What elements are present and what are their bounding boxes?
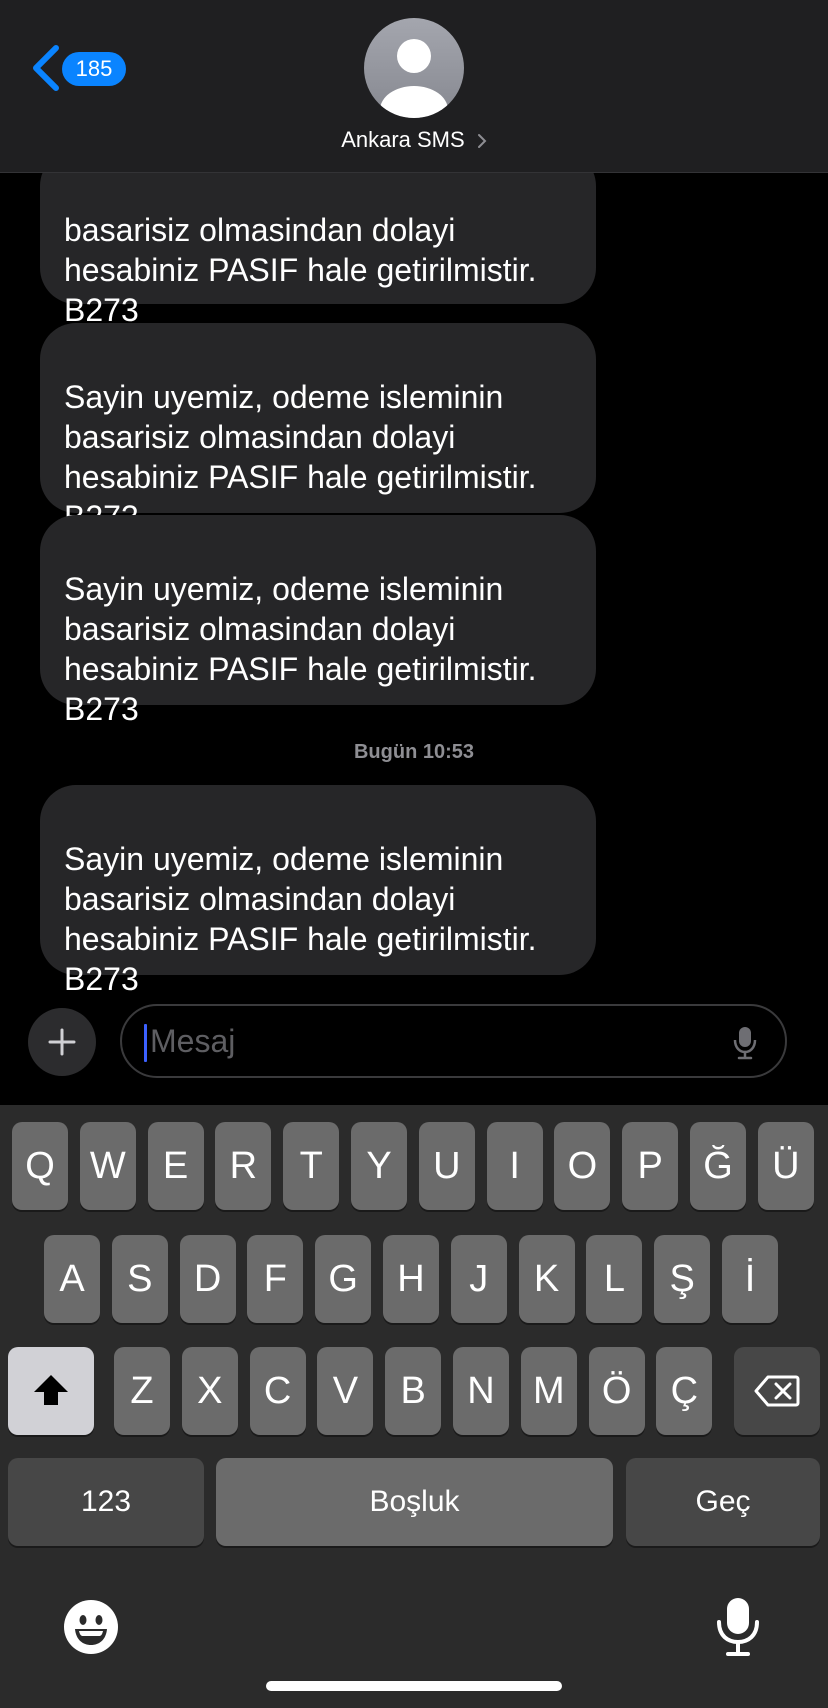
letter-key[interactable]: N	[453, 1347, 509, 1435]
letter-key[interactable]: O	[554, 1122, 611, 1210]
letter-key[interactable]: Y	[351, 1122, 407, 1210]
letter-key[interactable]: J	[450, 1235, 507, 1323]
message-text: Sayin uyemiz, odeme isleminin basarisiz …	[64, 841, 537, 997]
message-timestamp: Bugün 10:53	[353, 741, 475, 763]
letter-key[interactable]: C	[249, 1347, 306, 1435]
message-bubble[interactable]: basarisiz olmasindan dolayi hesabiniz PA…	[40, 150, 596, 328]
message-text: Sayin uyemiz, odeme isleminin basarisiz …	[64, 379, 537, 535]
letter-key[interactable]: G	[315, 1235, 372, 1323]
back-unread-count-badge[interactable]: 185	[62, 52, 126, 86]
return-key[interactable]: Geç	[626, 1458, 820, 1546]
letter-key[interactable]: Ü	[757, 1122, 814, 1210]
letter-key[interactable]: Ö	[588, 1347, 645, 1435]
letter-key[interactable]: H	[383, 1235, 439, 1323]
contact-name[interactable]: Ankara SMS	[0, 126, 828, 154]
contact-name-label: Ankara SMS	[341, 127, 465, 152]
emoji-icon[interactable]	[64, 1600, 118, 1654]
letter-key[interactable]: T	[283, 1122, 340, 1210]
message-text: basarisiz olmasindan dolayi hesabiniz PA…	[64, 212, 537, 328]
message-bubble[interactable]: Sayin uyemiz, odeme isleminin basarisiz …	[40, 323, 596, 535]
letter-key[interactable]: I	[486, 1122, 543, 1210]
microphone-icon[interactable]	[733, 1026, 757, 1060]
conversation-header: 185 Ankara SMS	[0, 0, 828, 173]
letter-key[interactable]: A	[44, 1235, 100, 1323]
letter-key[interactable]: Ğ	[690, 1122, 746, 1210]
back-chevron-icon[interactable]	[30, 44, 62, 92]
text-cursor	[144, 1024, 147, 1062]
letter-key[interactable]: U	[418, 1122, 475, 1210]
backspace-icon	[754, 1375, 800, 1407]
message-text: Sayin uyemiz, odeme isleminin basarisiz …	[64, 571, 537, 727]
letter-key[interactable]: V	[317, 1347, 374, 1435]
message-bubble[interactable]: Sayin uyemiz, odeme isleminin basarisiz …	[40, 785, 596, 997]
microphone-icon[interactable]	[716, 1596, 760, 1658]
letter-key[interactable]: Z	[114, 1347, 170, 1435]
bubble-tail	[28, 673, 62, 705]
letter-key[interactable]: F	[247, 1235, 304, 1323]
letter-key[interactable]: Ş	[654, 1235, 711, 1323]
letter-key[interactable]: Q	[12, 1122, 68, 1210]
home-indicator[interactable]	[266, 1681, 562, 1691]
letter-key[interactable]: S	[111, 1235, 168, 1323]
person-silhouette-icon[interactable]	[364, 18, 464, 118]
letter-key[interactable]: Ç	[656, 1347, 713, 1435]
letter-key[interactable]: M	[520, 1347, 577, 1435]
shift-arrow-icon	[34, 1375, 68, 1405]
message-input[interactable]: Mesaj	[120, 1004, 787, 1078]
messages-screen: basarisiz olmasindan dolayi hesabiniz PA…	[0, 0, 828, 1708]
letter-key[interactable]: B	[385, 1347, 442, 1435]
letter-key[interactable]: L	[586, 1235, 643, 1323]
letter-key[interactable]: R	[215, 1122, 272, 1210]
letter-key[interactable]: K	[518, 1235, 575, 1323]
space-key[interactable]: Boşluk	[216, 1458, 613, 1546]
shift-key[interactable]	[8, 1347, 94, 1435]
chevron-right-icon	[477, 134, 487, 149]
plus-icon[interactable]	[28, 1008, 96, 1076]
letter-key[interactable]: X	[181, 1347, 238, 1435]
bubble-tail	[28, 943, 62, 975]
letter-key[interactable]: W	[79, 1122, 136, 1210]
numbers-key[interactable]: 123	[8, 1458, 204, 1546]
bubble-tail	[28, 272, 62, 304]
letter-key[interactable]: İ	[722, 1235, 778, 1323]
letter-key[interactable]: E	[147, 1122, 204, 1210]
delete-key[interactable]	[734, 1347, 820, 1435]
letter-key[interactable]: D	[179, 1235, 236, 1323]
message-placeholder: Mesaj	[150, 1023, 236, 1059]
letter-key[interactable]: P	[622, 1122, 679, 1210]
message-bubble[interactable]: Sayin uyemiz, odeme isleminin basarisiz …	[40, 515, 596, 727]
